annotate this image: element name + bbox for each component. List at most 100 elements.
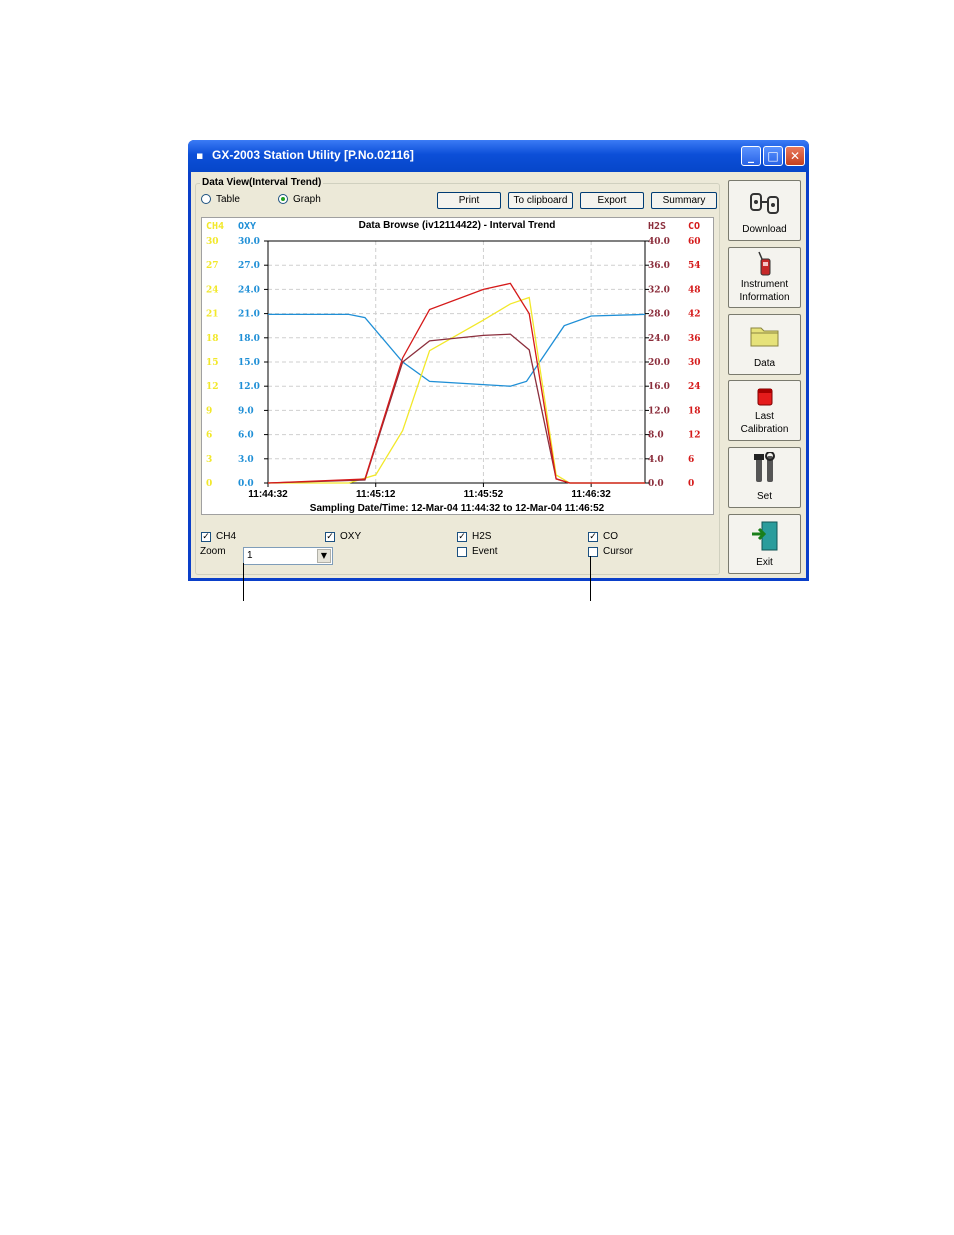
tick-label-ch4: 3 xyxy=(206,455,212,465)
h2s-checkbox[interactable]: ✓ xyxy=(457,532,467,542)
series-line-ch4 xyxy=(268,296,645,484)
axis-header-h2s: H2S xyxy=(648,221,666,232)
folder-icon xyxy=(750,327,778,347)
tick-label-oxy: 21.0 xyxy=(238,310,260,320)
x-tick-label: 11:45:52 xyxy=(464,489,504,500)
tick-label-h2s: 8.0 xyxy=(648,431,664,441)
ch4-checkbox[interactable]: ✓ xyxy=(201,532,211,542)
tick-label-oxy: 6.0 xyxy=(238,431,254,441)
tick-label-co: 42 xyxy=(688,310,701,320)
tick-label-h2s: 36.0 xyxy=(648,261,670,271)
tick-label-h2s: 16.0 xyxy=(648,382,670,392)
calibration-icon xyxy=(757,388,772,406)
client-area: Data View(Interval Trend) Table Graph Pr… xyxy=(191,172,806,578)
tick-label-co: 12 xyxy=(688,431,701,441)
tick-label-ch4: 24 xyxy=(206,285,219,295)
tick-label-h2s: 32.0 xyxy=(648,285,670,295)
download-button[interactable]: Download xyxy=(728,180,801,241)
tick-label-h2s: 28.0 xyxy=(648,310,670,320)
clipboard-button[interactable]: To clipboard xyxy=(508,192,573,209)
tick-label-co: 24 xyxy=(688,382,701,392)
tick-label-oxy: 15.0 xyxy=(238,358,260,368)
tick-label-co: 0 xyxy=(688,479,694,489)
exit-button[interactable]: Exit xyxy=(728,514,801,574)
tick-label-oxy: 0.0 xyxy=(238,479,254,489)
axis-header-co: CO xyxy=(688,221,700,232)
axis-header-ch4: CH4 xyxy=(206,221,224,232)
chevron-down-icon[interactable]: ▼ xyxy=(317,549,331,563)
x-tick-label: 11:44:32 xyxy=(248,489,288,500)
tick-label-co: 60 xyxy=(688,237,701,247)
set-label: Set xyxy=(756,491,772,502)
trend-chart: Data Browse (iv12114422) - Interval Tren… xyxy=(201,217,714,515)
instrument-information-button[interactable]: Instrument Information xyxy=(728,247,801,308)
oxy-label: OXY xyxy=(340,531,362,542)
co-checkbox[interactable]: ✓ xyxy=(588,532,598,542)
x-tick-label: 11:46:32 xyxy=(571,489,611,500)
series-line-oxy xyxy=(268,313,646,387)
co-label: CO xyxy=(603,531,618,542)
data-label: Data xyxy=(753,358,776,369)
series-line-h2s xyxy=(267,333,645,484)
event-checkbox[interactable] xyxy=(457,547,467,557)
tick-label-oxy: 3.0 xyxy=(238,455,254,465)
set-button[interactable]: Set xyxy=(728,447,801,508)
calibration-label-1: Last xyxy=(755,411,774,422)
graph-radio[interactable] xyxy=(278,194,288,204)
trend-chart-svg: Data Browse (iv12114422) - Interval Tren… xyxy=(206,220,701,514)
tick-label-ch4: 9 xyxy=(206,406,212,416)
group-label: Data View(Interval Trend) xyxy=(200,177,324,188)
tools-icon xyxy=(753,452,775,482)
x-axis-label: Sampling Date/Time: 12-Mar-04 11:44:32 t… xyxy=(310,503,605,514)
app-icon: ▪ xyxy=(196,149,204,162)
title-bar[interactable]: ▪ GX-2003 Station Utility [P.No.02116] _… xyxy=(188,140,809,172)
instrument-label-1: Instrument xyxy=(740,279,789,290)
app-window: ▪ GX-2003 Station Utility [P.No.02116] _… xyxy=(188,140,809,581)
tick-label-oxy: 9.0 xyxy=(238,406,254,416)
tick-label-ch4: 6 xyxy=(206,431,212,441)
tick-label-h2s: 40.0 xyxy=(648,237,670,247)
tick-label-ch4: 21 xyxy=(206,310,219,320)
zoom-select[interactable]: 1 ▼ xyxy=(243,547,333,565)
tick-label-h2s: 0.0 xyxy=(648,479,664,489)
last-calibration-button[interactable]: Last Calibration xyxy=(728,380,801,441)
calibration-label-2: Calibration xyxy=(740,424,789,435)
oxy-checkbox[interactable]: ✓ xyxy=(325,532,335,542)
table-radio[interactable] xyxy=(201,194,211,204)
tick-label-h2s: 12.0 xyxy=(648,406,670,416)
tick-label-h2s: 4.0 xyxy=(648,455,664,465)
tick-label-ch4: 18 xyxy=(206,334,219,344)
event-label: Event xyxy=(472,546,498,557)
tick-label-co: 48 xyxy=(688,285,701,295)
tick-label-ch4: 27 xyxy=(206,261,219,271)
exit-icon xyxy=(751,521,777,551)
export-button[interactable]: Export xyxy=(580,192,644,209)
tick-label-co: 18 xyxy=(688,406,701,416)
cursor-callout-line xyxy=(590,556,591,601)
tick-label-oxy: 18.0 xyxy=(238,334,260,344)
window-title: GX-2003 Station Utility [P.No.02116] xyxy=(212,148,414,162)
close-button[interactable]: ✕ xyxy=(785,146,805,166)
download-icon xyxy=(749,193,779,214)
summary-button[interactable]: Summary xyxy=(651,192,717,209)
tick-label-co: 36 xyxy=(688,334,701,344)
tick-label-ch4: 30 xyxy=(206,237,219,247)
axis-header-oxy: OXY xyxy=(238,221,256,232)
tick-label-co: 54 xyxy=(688,261,701,271)
instrument-label-2: Information xyxy=(739,292,790,303)
tick-label-co: 30 xyxy=(688,358,701,368)
tick-label-oxy: 27.0 xyxy=(238,261,260,271)
tick-label-ch4: 12 xyxy=(206,382,219,392)
graph-radio-label: Graph xyxy=(293,194,321,205)
instrument-icon xyxy=(757,251,770,276)
tick-label-oxy: 30.0 xyxy=(238,237,260,247)
tick-label-co: 6 xyxy=(688,455,694,465)
data-button[interactable]: Data xyxy=(728,314,801,375)
exit-label: Exit xyxy=(756,557,773,568)
print-button[interactable]: Print xyxy=(437,192,501,209)
table-radio-label: Table xyxy=(216,194,240,205)
tick-label-ch4: 0 xyxy=(206,479,212,489)
minimize-button[interactable]: _ xyxy=(741,146,761,166)
maximize-button[interactable]: □ xyxy=(763,146,783,166)
tick-label-h2s: 20.0 xyxy=(648,358,670,368)
